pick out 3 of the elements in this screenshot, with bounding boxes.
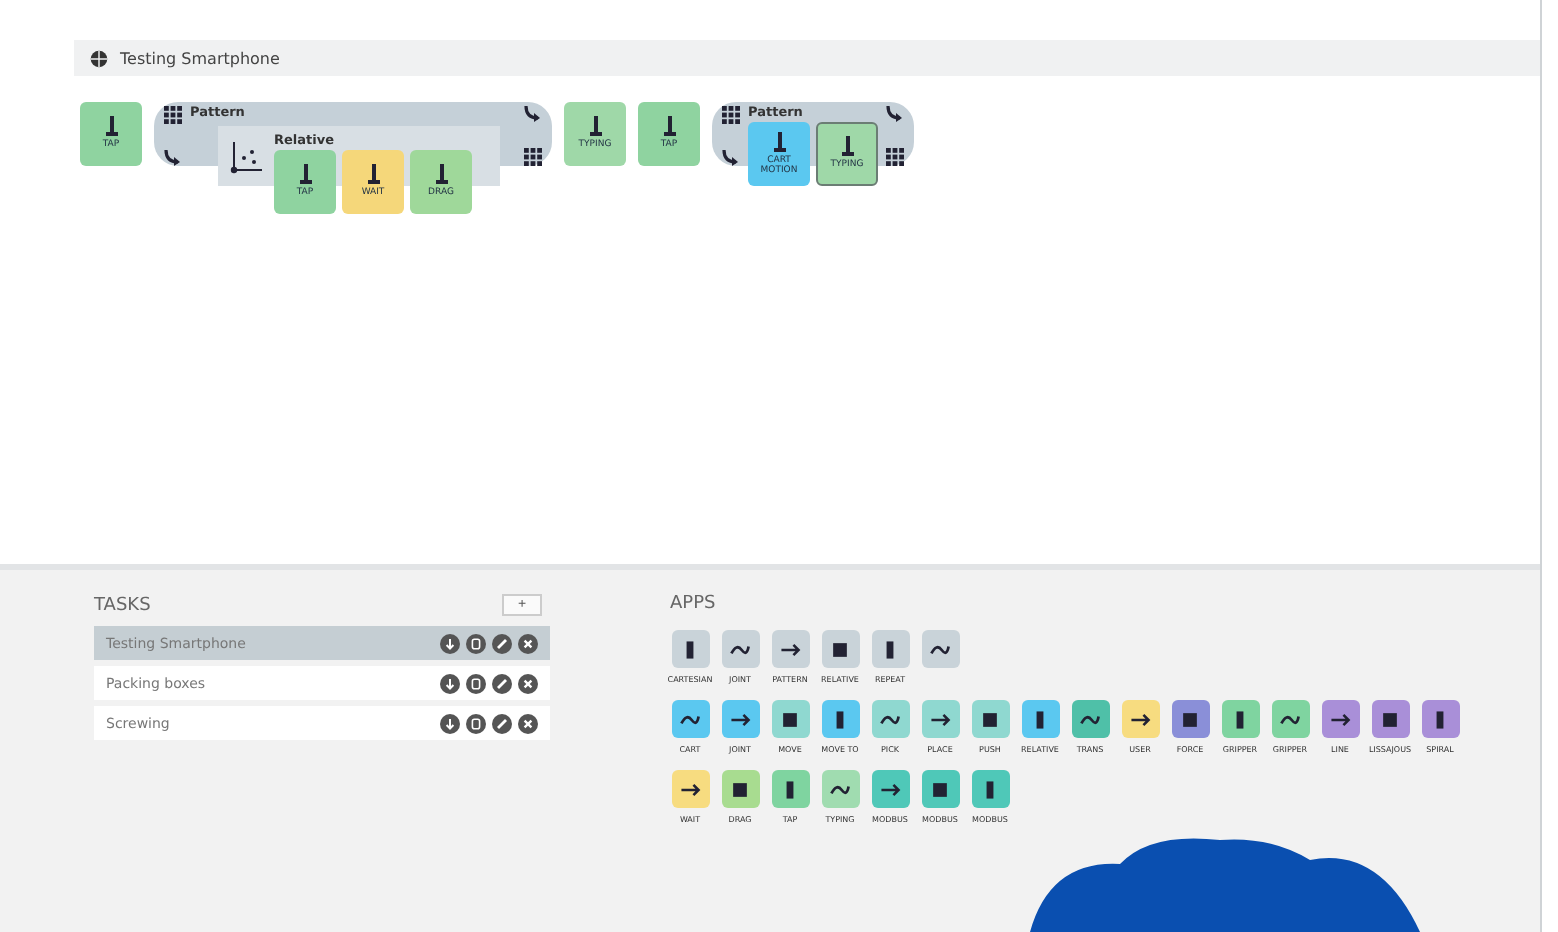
apps-heading: APPS <box>670 594 718 614</box>
tasks-heading: TASKS <box>94 595 151 615</box>
window-title: Testing Smartphone <box>120 49 280 67</box>
